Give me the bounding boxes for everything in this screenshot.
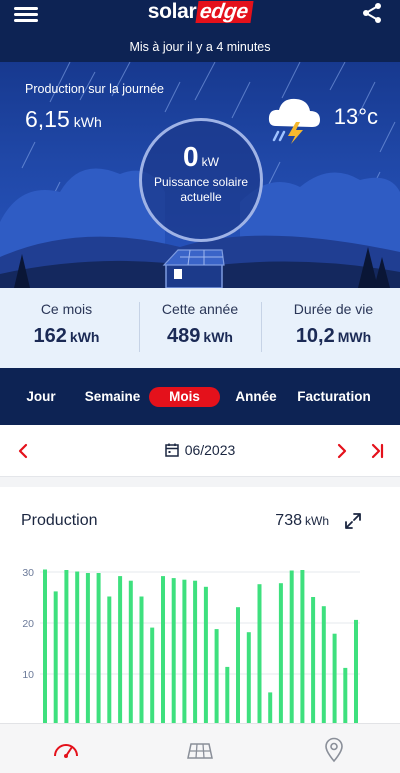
current-period-label: 06/2023	[184, 442, 236, 458]
chart-bar[interactable]	[150, 627, 155, 723]
y-tick-label: 10	[22, 669, 34, 681]
calendar-icon	[164, 443, 179, 457]
last-updated-text: Mis à jour il y a 4 minutes	[129, 40, 271, 54]
chart-bar[interactable]	[128, 580, 133, 723]
y-tick-label: 30	[22, 567, 34, 579]
top-bar: solar edge Mis à jour il y a 4 minutes	[0, 0, 400, 62]
chart-bar[interactable]	[107, 596, 112, 724]
energy-summary: Ce mois 162 kWh Cette année 489 kWh Durée …	[0, 288, 400, 368]
thunderstorm-cloud-icon	[268, 98, 320, 144]
date-navigator: 06/2023	[0, 425, 400, 477]
chart-bar[interactable]	[75, 571, 80, 724]
chart-bar[interactable]	[311, 597, 316, 723]
y-tick-label: 20	[22, 618, 34, 630]
chart-total: 738 kWh	[275, 512, 329, 529]
expand-chart-icon[interactable]	[344, 512, 362, 530]
tab-facturation[interactable]: Facturation	[292, 387, 376, 407]
next-period-chevron-icon[interactable]	[331, 441, 351, 461]
chart-bar[interactable]	[268, 692, 273, 723]
chart-bar[interactable]	[300, 570, 305, 723]
period-tabs: Jour Semaine Mois Année Facturation	[0, 368, 400, 425]
chart-bar[interactable]	[85, 573, 90, 723]
daily-production-value: 6,15 kWh	[25, 106, 102, 132]
chart-bar[interactable]	[214, 629, 219, 723]
solar-panel-layout-icon[interactable]	[186, 736, 214, 764]
current-power-gauge: 0 kW Puissance solaire actuelle	[139, 118, 263, 242]
section-gap	[0, 477, 400, 487]
production-hero: Production sur la journée 6,15 kWh 13°c 0…	[0, 62, 400, 288]
chart-bar[interactable]	[332, 633, 337, 723]
chart-bar[interactable]	[236, 607, 240, 723]
divider	[261, 302, 262, 352]
chart-title: Production	[21, 512, 98, 529]
chart-bar[interactable]	[139, 596, 144, 724]
bottom-navigation	[0, 723, 400, 773]
tab-annee[interactable]: Année	[231, 387, 281, 407]
chart-bar[interactable]	[203, 586, 208, 723]
chart-bar[interactable]	[193, 580, 198, 723]
chart-bar[interactable]	[343, 667, 348, 723]
chart-bar[interactable]	[182, 579, 187, 723]
tab-jour[interactable]: Jour	[20, 387, 62, 407]
chart-bar[interactable]	[278, 583, 283, 723]
chart-bar[interactable]	[64, 570, 69, 723]
chart-bar[interactable]	[43, 569, 47, 724]
chart-bar[interactable]	[225, 666, 230, 723]
latest-period-icon[interactable]	[367, 441, 387, 461]
tab-mois[interactable]: Mois	[149, 387, 220, 407]
tab-semaine[interactable]: Semaine	[80, 387, 145, 407]
chart-bar[interactable]	[257, 584, 262, 723]
current-power-value: 0	[183, 141, 199, 172]
chart-bar[interactable]	[161, 576, 165, 723]
daily-production-label: Production sur la journée	[25, 82, 164, 96]
location-pin-icon[interactable]	[320, 736, 348, 764]
chart-bar[interactable]	[118, 576, 123, 723]
share-icon[interactable]	[360, 1, 384, 25]
chart-bar[interactable]	[289, 570, 294, 724]
chart-bar[interactable]	[53, 591, 58, 723]
current-power-label: Puissance solaire actuelle	[153, 175, 249, 204]
production-chart-card: 10 20 30 Production 738 kWh	[0, 487, 400, 723]
chart-bar[interactable]	[321, 606, 326, 723]
chart-bar[interactable]	[246, 632, 251, 723]
stat-this-year: Cette année 489 kWh	[161, 301, 239, 347]
temperature-value: 13°c	[333, 104, 378, 129]
chart-bar[interactable]	[354, 619, 358, 723]
house-with-solar-panels-icon	[162, 249, 225, 288]
chart-bar[interactable]	[96, 573, 101, 723]
dashboard-gauge-icon[interactable]	[52, 736, 80, 764]
stat-this-month: Ce mois 162 kWh	[33, 301, 100, 347]
chart-bar[interactable]	[171, 578, 176, 723]
solaredge-logo: solar edge	[0, 0, 400, 26]
stat-lifetime: Durée de vie 10,2 MWh	[293, 301, 374, 347]
